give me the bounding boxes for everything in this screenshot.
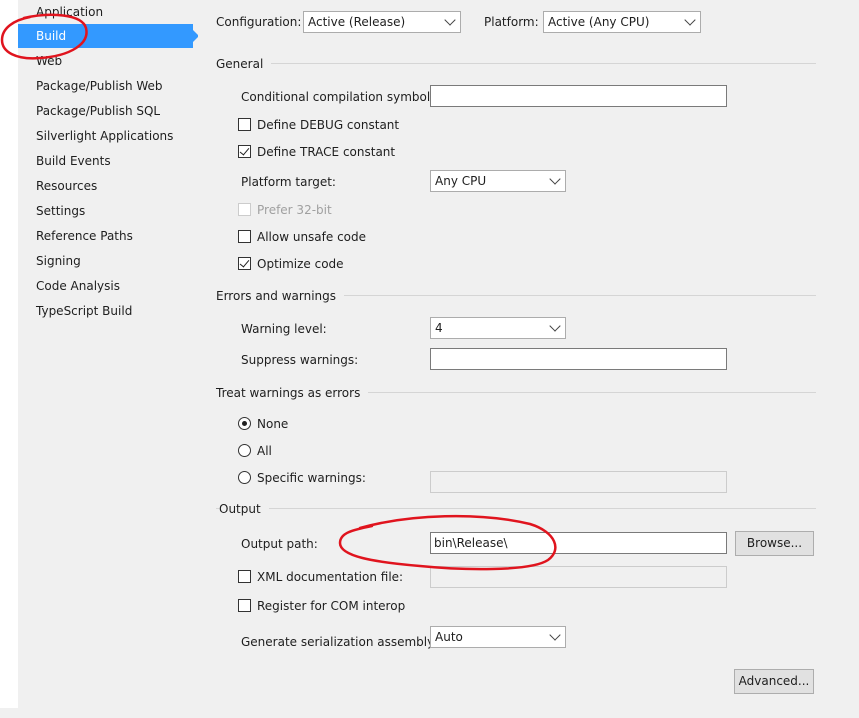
- prefer-32-bit-checkbox: [238, 203, 251, 216]
- register-com-interop-checkbox[interactable]: [238, 599, 251, 612]
- treat-warnings-specific-radio[interactable]: [238, 471, 251, 484]
- xml-documentation-checkbox[interactable]: [238, 570, 251, 583]
- optimize-code-checkbox[interactable]: [238, 257, 251, 270]
- output-path-input[interactable]: bin\Release\: [430, 532, 727, 554]
- checkmark-icon: [239, 145, 250, 156]
- panel-bottom-edge: [0, 708, 859, 718]
- prefer-32-bit-label: Prefer 32-bit: [257, 203, 332, 217]
- treat-warnings-all-radio[interactable]: [238, 444, 251, 457]
- platform-target-label: Platform target:: [241, 175, 336, 189]
- treat-warnings-all-label: All: [257, 444, 272, 458]
- chevron-down-icon: [549, 320, 561, 332]
- warning-level-value: 4: [435, 321, 443, 335]
- sidebar-item-signing[interactable]: Signing: [18, 249, 193, 273]
- define-debug-checkbox[interactable]: [238, 118, 251, 131]
- conditional-symbols-input[interactable]: [430, 85, 727, 107]
- errors-section-title: Errors and warnings: [216, 288, 345, 304]
- project-properties-sidebar: Application Build Web Package/Publish We…: [18, 0, 199, 718]
- browse-button[interactable]: Browse...: [735, 531, 814, 556]
- warning-level-dropdown[interactable]: 4: [430, 317, 566, 339]
- checkmark-icon: [239, 257, 250, 268]
- platform-dropdown[interactable]: Active (Any CPU): [543, 11, 701, 33]
- sidebar-item-code-analysis[interactable]: Code Analysis: [18, 274, 193, 298]
- output-path-value: bin\Release\: [434, 536, 508, 550]
- define-trace-label: Define TRACE constant: [257, 145, 396, 159]
- serialization-assembly-label: Generate serialization assembly:: [241, 635, 438, 649]
- chevron-down-icon: [549, 173, 561, 185]
- define-trace-checkbox[interactable]: [238, 145, 251, 158]
- configuration-value: Active (Release): [308, 15, 406, 29]
- general-divider: [216, 63, 816, 64]
- general-section-title: General: [216, 56, 272, 72]
- treat-warnings-none-label: None: [257, 417, 289, 431]
- treat-warnings-section-title: Treat warnings as errors: [216, 385, 369, 401]
- treat-warnings-none-radio[interactable]: [238, 417, 251, 430]
- serialization-assembly-dropdown[interactable]: Auto: [430, 626, 566, 648]
- platform-target-dropdown[interactable]: Any CPU: [430, 170, 566, 192]
- chevron-down-icon: [684, 14, 696, 26]
- optimize-code-label: Optimize code: [257, 257, 344, 271]
- allow-unsafe-code-label: Allow unsafe code: [257, 230, 367, 244]
- output-path-label: Output path:: [241, 537, 318, 551]
- sidebar-item-settings[interactable]: Settings: [18, 199, 193, 223]
- platform-value: Active (Any CPU): [548, 15, 650, 29]
- window-left-edge: [0, 0, 18, 718]
- advanced-button[interactable]: Advanced...: [734, 669, 814, 694]
- platform-label: Platform:: [484, 15, 539, 29]
- sidebar-item-silverlight-applications[interactable]: Silverlight Applications: [18, 124, 193, 148]
- xml-documentation-label: XML documentation file:: [257, 570, 404, 584]
- sidebar-item-build[interactable]: Build: [18, 24, 199, 48]
- sidebar-item-application[interactable]: Application: [18, 0, 193, 24]
- chevron-down-icon: [549, 629, 561, 641]
- xml-documentation-input: [430, 566, 727, 588]
- conditional-symbols-label: Conditional compilation symbols:: [241, 90, 441, 104]
- sidebar-item-package-publish-web[interactable]: Package/Publish Web: [18, 74, 193, 98]
- define-debug-label: Define DEBUG constant: [257, 118, 400, 132]
- sidebar-item-web[interactable]: Web: [18, 49, 193, 73]
- sidebar-item-resources[interactable]: Resources: [18, 174, 193, 198]
- sidebar-item-package-publish-sql[interactable]: Package/Publish SQL: [18, 99, 193, 123]
- chevron-down-icon: [444, 14, 456, 26]
- specific-warnings-input: [430, 471, 727, 493]
- configuration-dropdown[interactable]: Active (Release): [303, 11, 461, 33]
- sidebar-item-reference-paths[interactable]: Reference Paths: [18, 224, 193, 248]
- sidebar-item-typescript-build[interactable]: TypeScript Build: [18, 299, 193, 323]
- configuration-label: Configuration:: [216, 15, 302, 29]
- build-settings-panel: Configuration: Active (Release) Platform…: [198, 0, 859, 718]
- output-divider: [216, 508, 816, 509]
- platform-target-value: Any CPU: [435, 174, 487, 188]
- suppress-warnings-input[interactable]: [430, 348, 727, 370]
- specific-warnings-label: Specific warnings:: [257, 471, 366, 485]
- sidebar-item-label: Build: [36, 29, 67, 43]
- radio-selected-dot-icon: [242, 421, 247, 426]
- register-com-interop-label: Register for COM interop: [257, 599, 406, 613]
- allow-unsafe-code-checkbox[interactable]: [238, 230, 251, 243]
- output-section-title: Output: [219, 501, 269, 517]
- serialization-assembly-value: Auto: [435, 630, 463, 644]
- sidebar-item-build-events[interactable]: Build Events: [18, 149, 193, 173]
- warning-level-label: Warning level:: [241, 322, 327, 336]
- suppress-warnings-label: Suppress warnings:: [241, 353, 359, 367]
